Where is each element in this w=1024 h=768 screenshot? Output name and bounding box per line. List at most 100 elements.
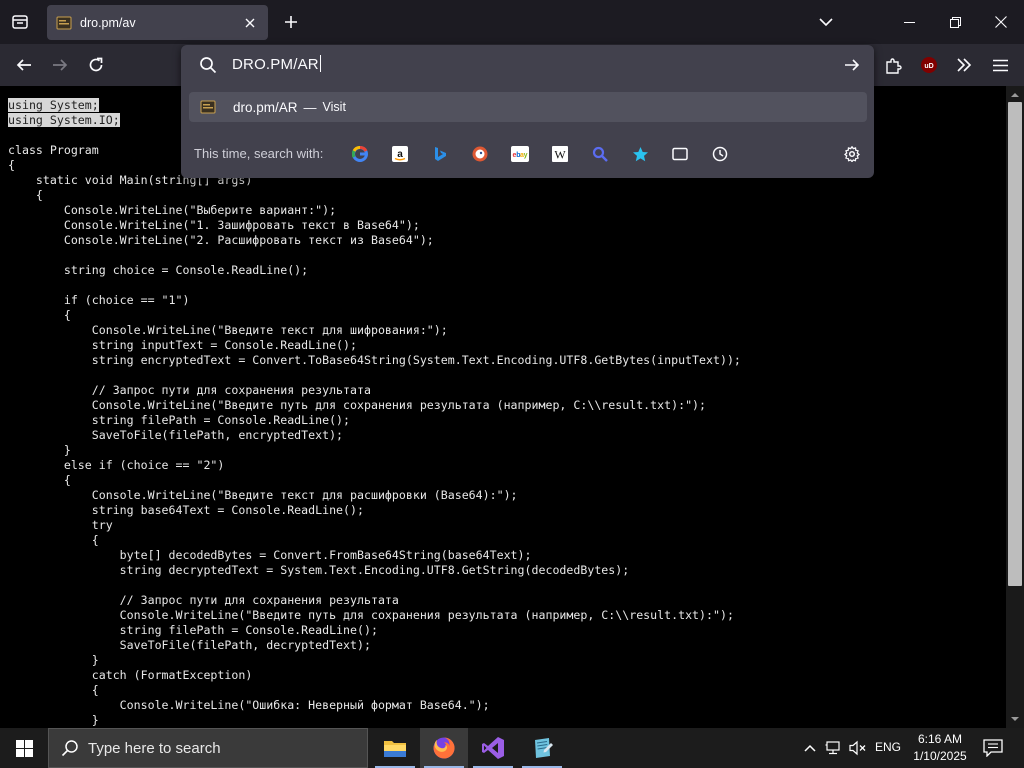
extensions-button[interactable] <box>878 50 908 80</box>
code-line: if (choice == "1") <box>8 293 190 307</box>
amazon-icon[interactable]: a <box>388 142 412 166</box>
windows-logo-icon <box>15 739 33 757</box>
input-language-indicator[interactable]: ENG <box>875 740 901 754</box>
wikipedia-icon[interactable]: W <box>548 142 572 166</box>
urlbar-dropdown: DRO.PM/AR dro.pm/AR — Visit This time, s… <box>181 45 874 178</box>
code-line: byte[] decodedBytes = Convert.FromBase64… <box>8 548 532 562</box>
code-line: using System; <box>8 98 99 112</box>
bing-icon[interactable] <box>428 142 452 166</box>
app-menu-button[interactable] <box>985 50 1015 80</box>
urlbar-input[interactable]: DRO.PM/AR <box>232 55 321 73</box>
code-line: { <box>8 188 43 202</box>
taskbar-clock[interactable]: 6:16 AM 1/10/2025 <box>908 731 972 765</box>
action-center-button[interactable] <box>980 736 1006 760</box>
site-favicon-icon <box>56 15 72 31</box>
svg-text:W: W <box>554 148 566 162</box>
code-line: string base64Text = Console.ReadLine(); <box>8 503 364 517</box>
back-button[interactable] <box>9 50 39 80</box>
google-icon[interactable] <box>348 142 372 166</box>
taskbar-search-box[interactable]: Type here to search <box>48 728 368 768</box>
vertical-scrollbar[interactable] <box>1006 86 1024 728</box>
result-action: Visit <box>322 100 346 114</box>
taskbar: Type here to search ENG 6:16 AM 1/10/202… <box>0 728 1024 768</box>
code-line: Console.WriteLine("Введите текст для шиф… <box>8 323 448 337</box>
search-settings-button[interactable] <box>840 142 864 166</box>
notification-icon <box>983 739 1003 757</box>
code-line: class Program <box>8 143 99 157</box>
minimize-button[interactable] <box>886 0 932 44</box>
network-tray-button[interactable] <box>824 738 844 758</box>
code-line: { <box>8 158 15 172</box>
arrow-right-icon <box>53 59 68 71</box>
result-separator: — <box>303 99 317 115</box>
urlbar-result-row[interactable]: dro.pm/AR — Visit <box>189 92 867 122</box>
restore-button[interactable] <box>932 0 978 44</box>
file-explorer-icon <box>384 741 406 757</box>
network-icon <box>825 741 840 755</box>
taskbar-app-file-explorer[interactable] <box>371 728 419 768</box>
show-hidden-icons-button[interactable] <box>800 738 820 758</box>
close-icon <box>245 18 255 27</box>
tab-close-button[interactable] <box>239 12 261 34</box>
code-line: else if (choice == "2") <box>8 458 225 472</box>
code-line: SaveToFile(filePath, encryptedText); <box>8 428 344 442</box>
new-tab-button[interactable] <box>277 8 305 36</box>
start-button[interactable] <box>0 728 48 768</box>
minimize-icon <box>903 21 915 23</box>
code-line: Console.WriteLine("Ошибка: Неверный форм… <box>8 698 490 712</box>
arrow-right-icon <box>845 59 860 71</box>
close-icon <box>995 16 1007 28</box>
history-icon[interactable] <box>708 142 732 166</box>
search-icon <box>61 740 78 757</box>
hamburger-menu-icon <box>992 59 1008 71</box>
restore-icon <box>949 16 961 28</box>
reload-icon <box>89 57 103 72</box>
clock-date: 1/10/2025 <box>913 749 967 763</box>
gear-icon <box>844 146 860 162</box>
code-line: { <box>8 533 99 547</box>
more-tools-button[interactable] <box>949 50 979 80</box>
code-line: using System.IO; <box>8 113 120 127</box>
ublock-icon: uD <box>921 57 937 73</box>
firefox-view-button[interactable] <box>6 8 34 36</box>
scroll-up-arrow-icon[interactable] <box>1010 90 1020 100</box>
clock-time: 6:16 AM <box>917 732 963 746</box>
urlbar-input-row[interactable]: DRO.PM/AR <box>181 45 874 85</box>
tab-active[interactable]: dro.pm/av <box>47 5 268 40</box>
reload-button[interactable] <box>81 50 111 80</box>
taskbar-app-visual-studio[interactable] <box>469 728 517 768</box>
code-line: string choice = Console.ReadLine(); <box>8 263 309 277</box>
go-button[interactable] <box>841 54 863 76</box>
code-listing: using System; using System.IO; class Pro… <box>8 98 741 728</box>
code-line: Console.WriteLine("Введите путь для сохр… <box>8 398 707 412</box>
firefox-view-icon <box>12 15 28 29</box>
search-engines-row: This time, search with: a e b a y W <box>181 138 874 168</box>
code-line: Console.WriteLine("Введите путь для сохр… <box>8 608 734 622</box>
taskbar-app-firefox[interactable] <box>420 728 468 768</box>
code-line: string encryptedText = Convert.ToBase64S… <box>8 353 741 367</box>
search-icon[interactable] <box>588 142 612 166</box>
volume-tray-button[interactable] <box>848 738 868 758</box>
svg-text:y: y <box>524 152 528 159</box>
scroll-down-arrow-icon[interactable] <box>1010 714 1020 724</box>
ebay-icon[interactable]: e b a y <box>508 142 532 166</box>
code-line: // Запрос пути для сохранения результата <box>8 383 371 397</box>
scrollbar-thumb[interactable] <box>1008 102 1022 586</box>
tabs-icon[interactable] <box>668 142 692 166</box>
text-caret <box>319 55 321 72</box>
code-line: string inputText = Console.ReadLine(); <box>8 338 358 352</box>
window-close-button[interactable] <box>978 0 1024 44</box>
code-line: try <box>8 518 113 532</box>
list-all-tabs-button[interactable] <box>812 8 840 36</box>
code-line: catch (FormatException) <box>8 668 253 682</box>
forward-button[interactable] <box>45 50 75 80</box>
code-line: } <box>8 713 99 727</box>
duckduckgo-icon[interactable] <box>468 142 492 166</box>
ublock-extension-button[interactable]: uD <box>914 50 944 80</box>
code-line: { <box>8 308 71 322</box>
code-line: Console.WriteLine("Введите текст для рас… <box>8 488 518 502</box>
bookmarks-star-icon[interactable] <box>628 142 652 166</box>
taskbar-app-notepad[interactable] <box>518 728 566 768</box>
code-line: SaveToFile(filePath, decryptedText); <box>8 638 371 652</box>
code-line: } <box>8 443 71 457</box>
